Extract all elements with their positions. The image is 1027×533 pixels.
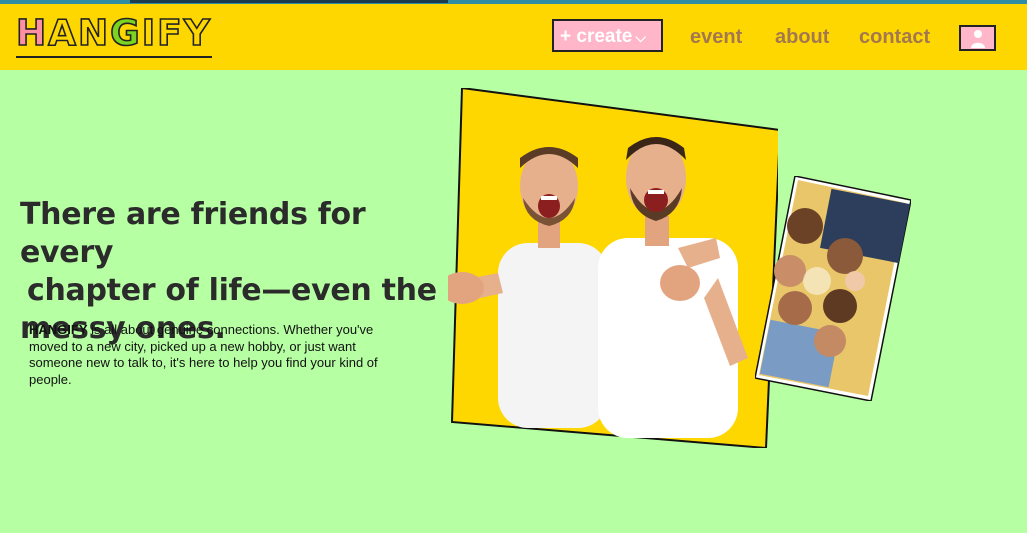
nav-link-event[interactable]: event	[690, 26, 742, 49]
headline-line-1: There are friends for every	[20, 197, 366, 270]
headline-line-2: chapter of life—even the	[27, 273, 437, 308]
group-photo	[755, 176, 911, 401]
nav-link-about[interactable]: about	[775, 26, 829, 49]
site-logo[interactable]: HANGIFY	[15, 13, 212, 58]
logo-letter: G	[109, 13, 142, 54]
user-icon	[971, 30, 985, 48]
logo-letter: I	[141, 13, 158, 54]
logo-letter: A	[47, 13, 79, 54]
create-dropdown-button[interactable]: + create ⌵	[552, 19, 663, 52]
friends-photo	[448, 88, 778, 448]
logo-letter: F	[156, 13, 184, 54]
top-strip-segment	[130, 0, 448, 3]
logo-letter: Y	[183, 13, 212, 54]
chevron-down-icon: ⌵	[635, 29, 646, 45]
site-header: HANGIFY + create ⌵ event about contact	[0, 4, 1027, 70]
profile-button[interactable]	[959, 25, 996, 51]
description-brand: HANGIFY	[29, 322, 88, 337]
logo-letter: N	[77, 13, 111, 54]
create-label: + create	[560, 26, 633, 47]
logo-letter: H	[15, 13, 49, 54]
nav-link-contact[interactable]: contact	[859, 26, 930, 49]
hero-description: HANGIFY is all about genuine connections…	[29, 322, 409, 388]
